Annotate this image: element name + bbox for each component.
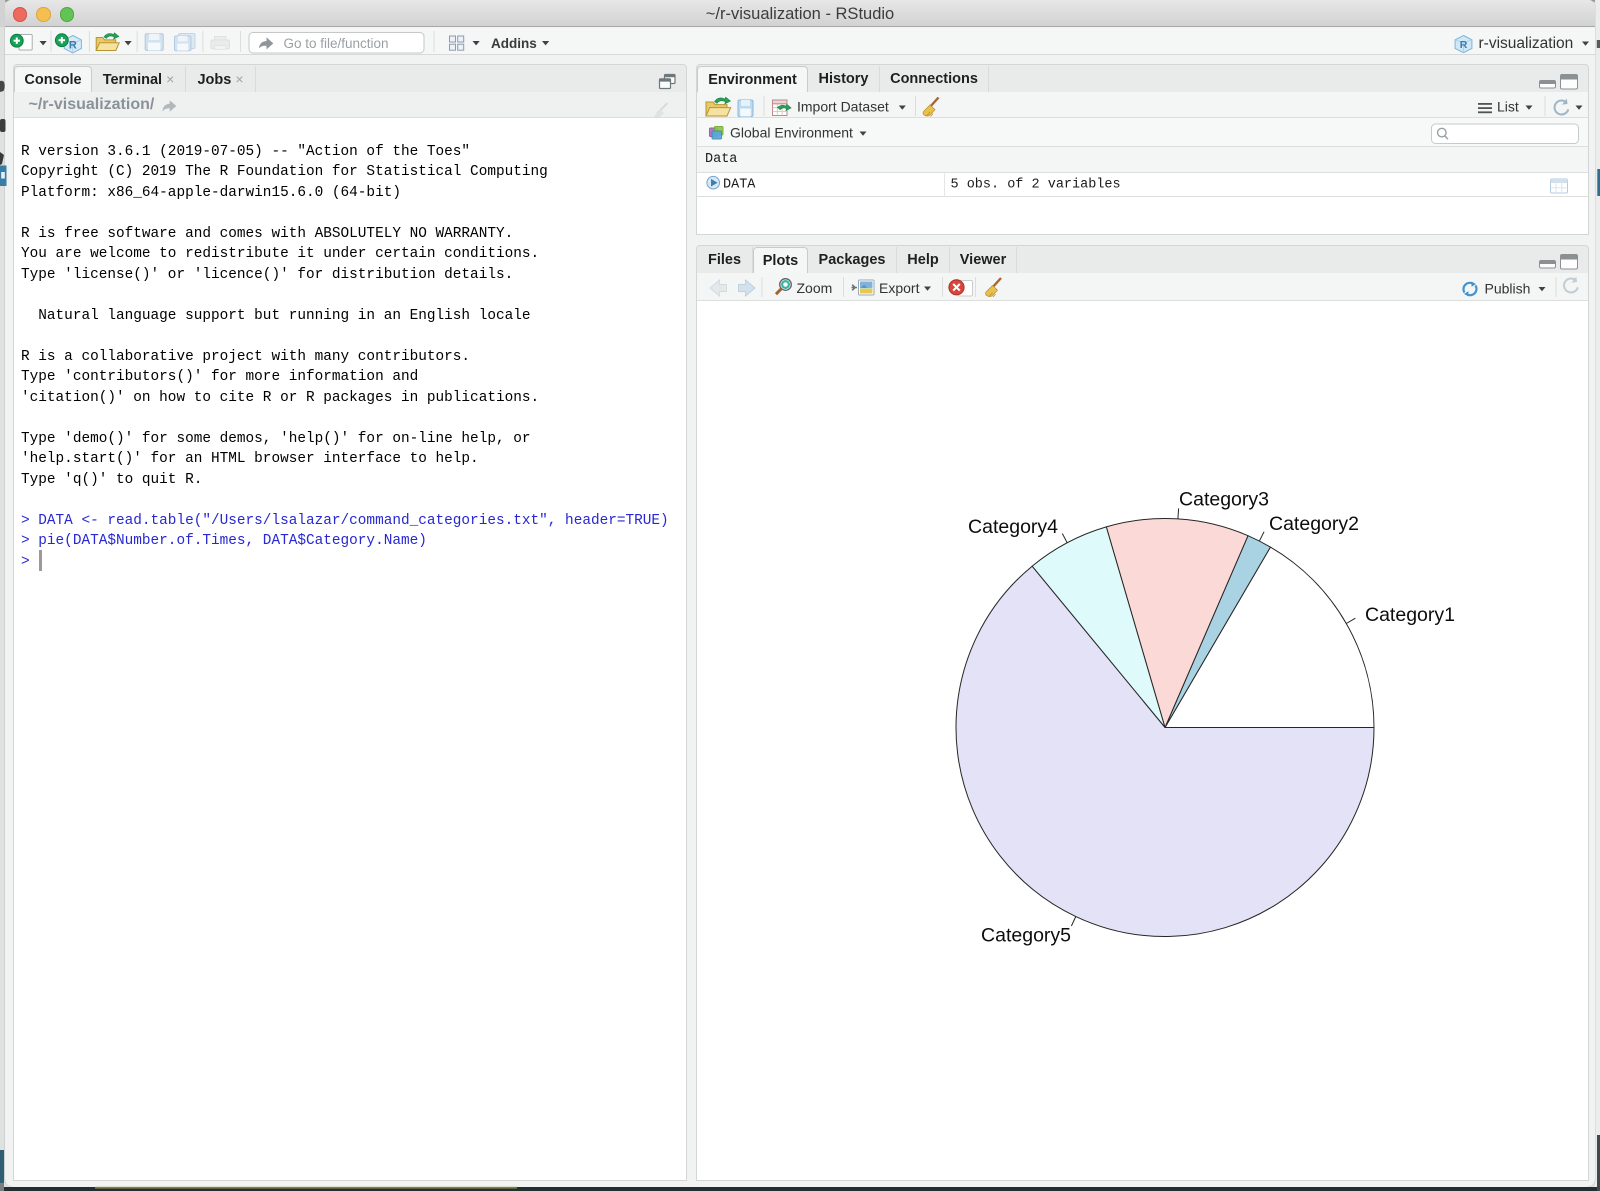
svg-text:R: R: [69, 40, 77, 52]
svg-text:Go to file/function: Go to file/function: [284, 36, 389, 51]
svg-text:5 obs. of 2 variables: 5 obs. of 2 variables: [951, 178, 1121, 193]
svg-text:Addins: Addins: [491, 36, 537, 51]
svg-text:R: R: [1460, 39, 1468, 51]
svg-text:Import Dataset: Import Dataset: [797, 99, 889, 115]
svg-text:List: List: [1497, 99, 1519, 115]
svg-text:Zoom: Zoom: [797, 280, 833, 296]
svg-text:Global Environment: Global Environment: [730, 125, 853, 141]
svg-text:DATA: DATA: [723, 178, 756, 193]
svg-text:r-visualization: r-visualization: [1479, 35, 1574, 52]
svg-text:Export: Export: [879, 280, 920, 296]
svg-text:Publish: Publish: [1485, 281, 1531, 297]
